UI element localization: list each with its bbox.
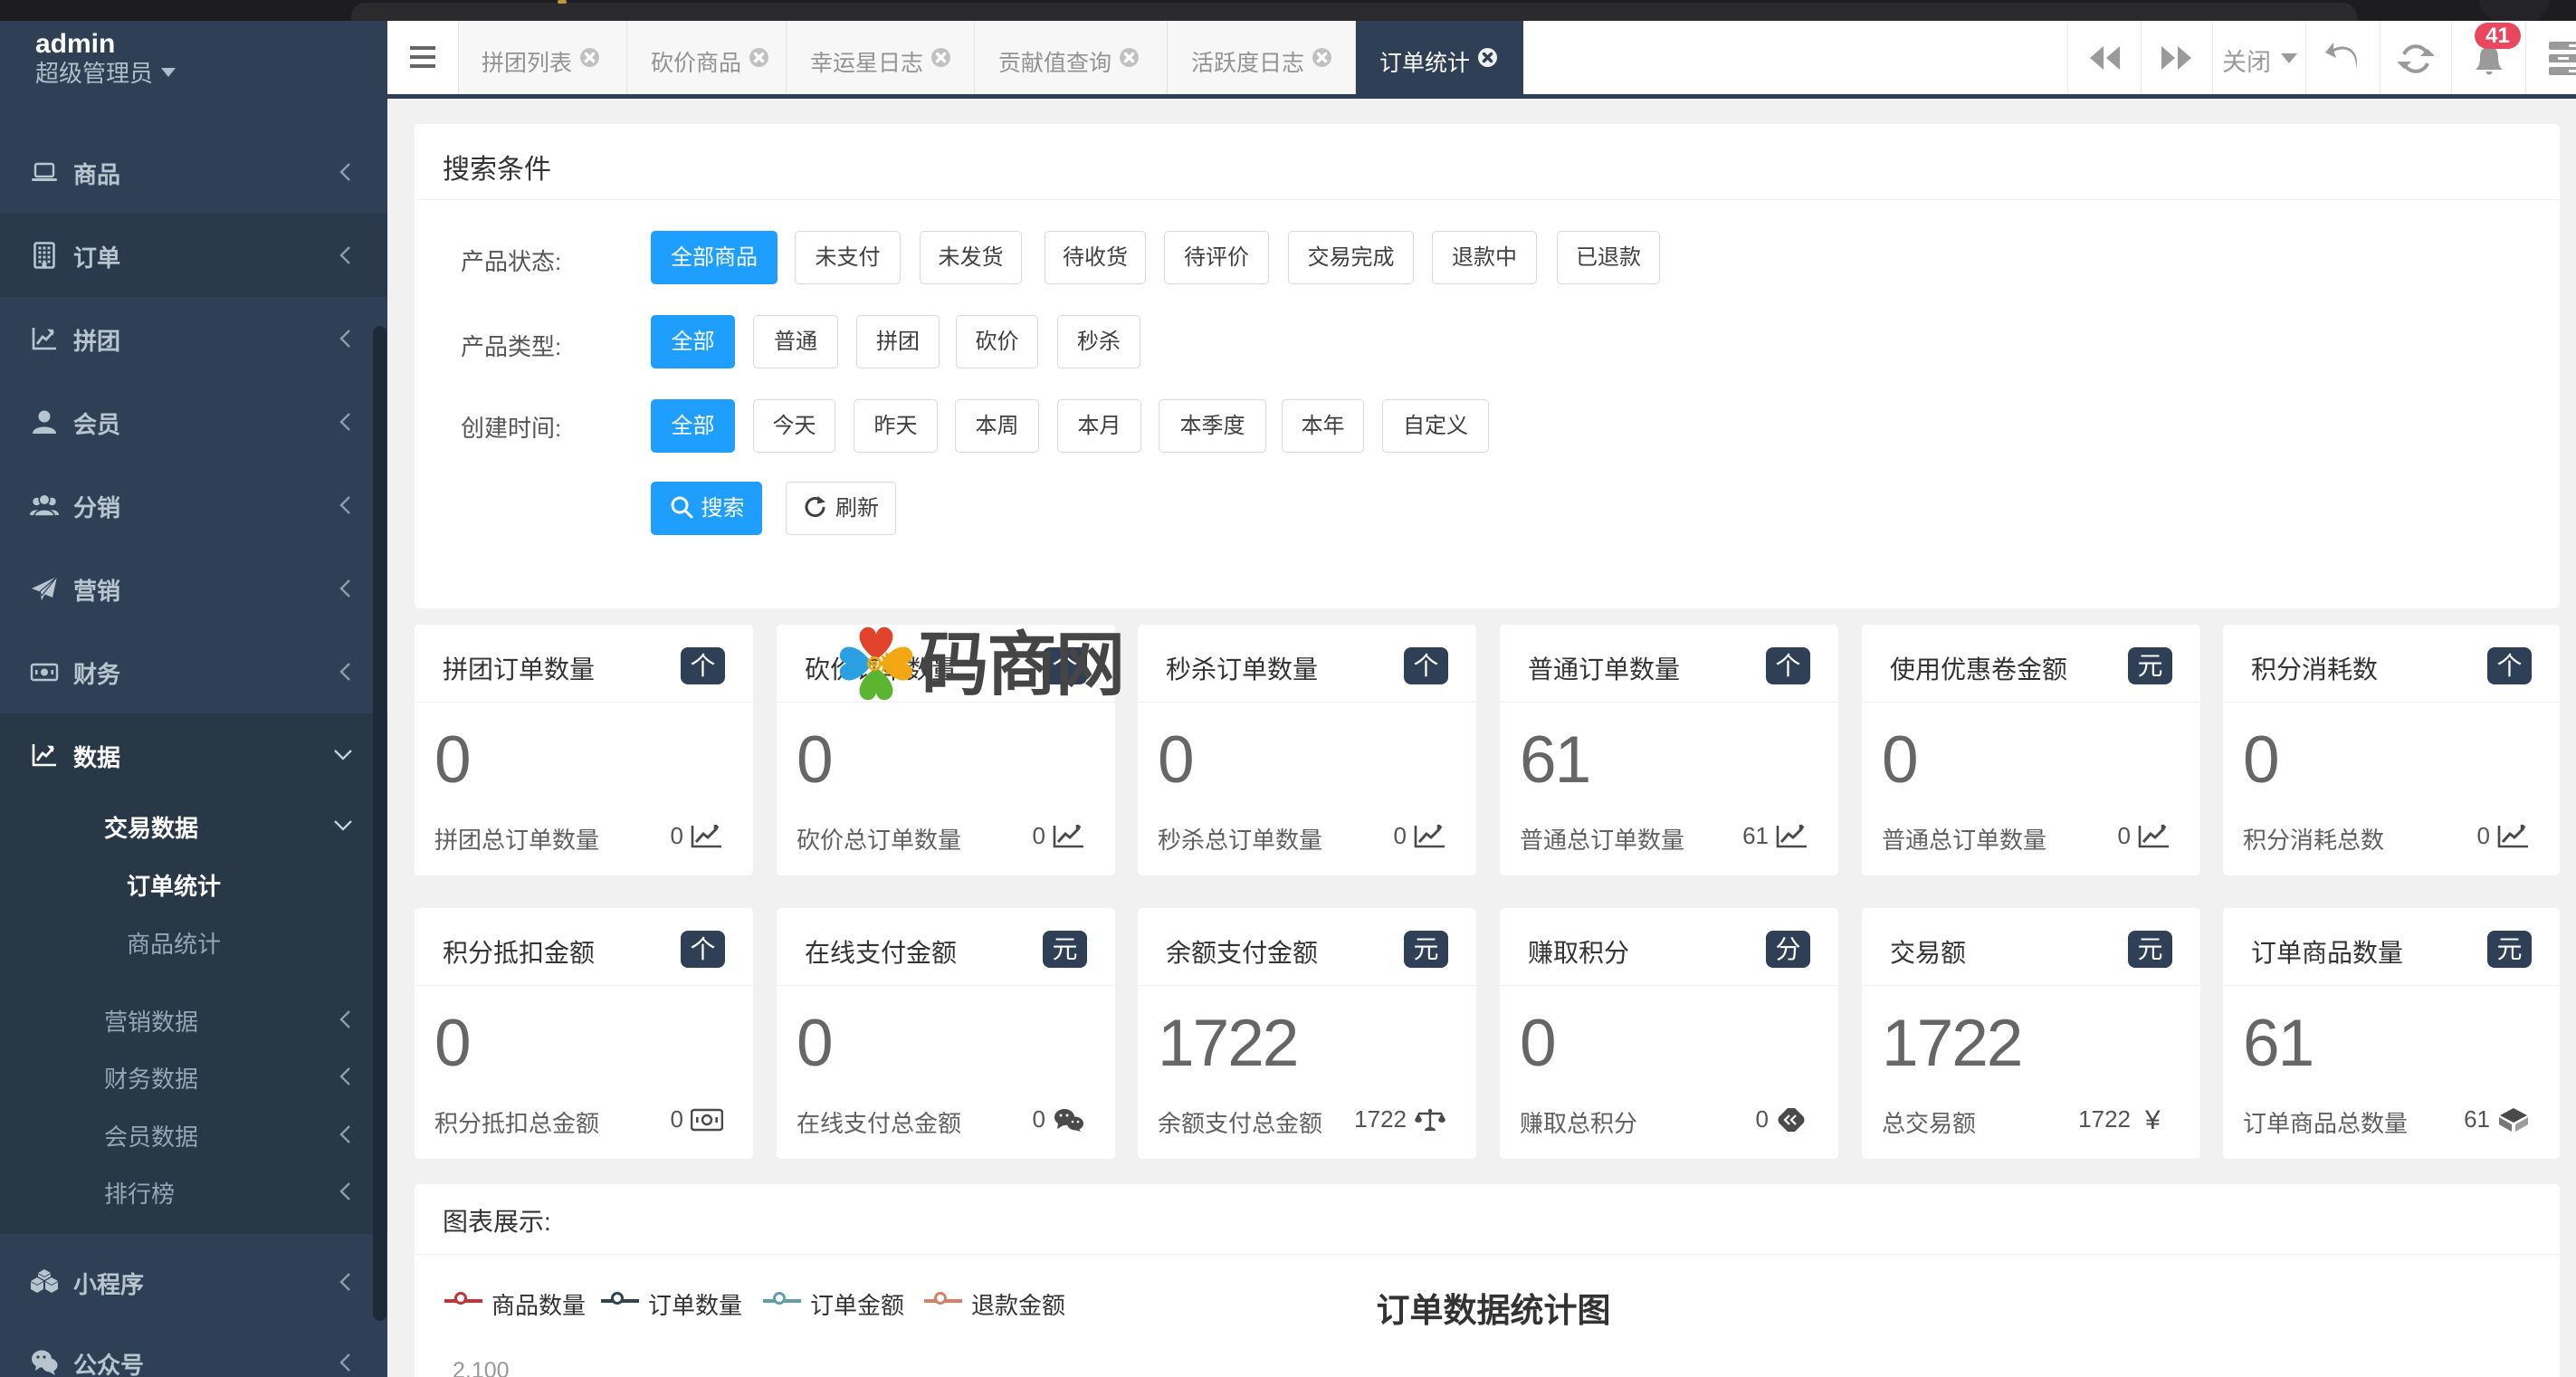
svg-text:¥: ¥: [2144, 1108, 2161, 1132]
